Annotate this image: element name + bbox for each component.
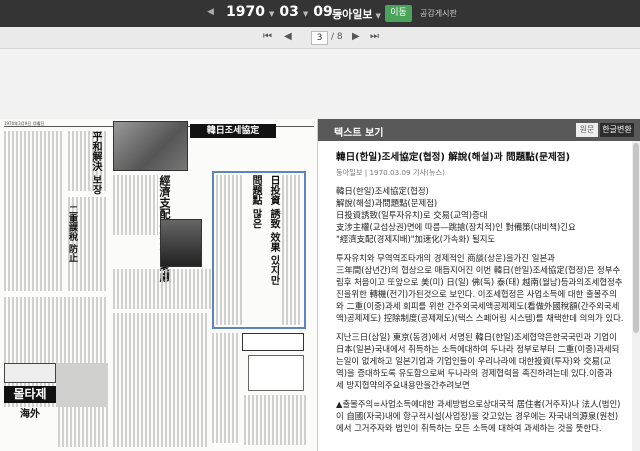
article-text-block	[212, 333, 240, 443]
day-select[interactable]: 09	[313, 4, 332, 20]
tab-korean[interactable]: 한글변환	[600, 123, 634, 137]
page-header-text: 1970年3月9日 月曜日	[4, 121, 45, 126]
headline-text: 二重課稅 防止	[67, 205, 77, 263]
paragraph: 투자유치와 무역역조타개의 경제적인 商談(상운)을가진 일본과 三年間(삼년간…	[336, 252, 628, 324]
headline-text: 日投資 誘致 效果 있지만	[268, 175, 279, 286]
text-line: 투자유치와 무역역조타개의 경제적인 商談(상운)을가진 일본과	[336, 253, 555, 263]
ad-brand: 몰타제	[4, 386, 56, 403]
paragraph: 韓日(한일)조세協定(협정) 解說(해설)과問題點(문제점) 日投資誘致(일투자…	[336, 185, 628, 245]
spacer	[0, 49, 640, 119]
article-text-block	[113, 313, 208, 447]
article-text-block	[113, 269, 213, 309]
panel-header: 텍스트 보기 원문 한글변환	[318, 119, 640, 141]
article-text-block	[282, 175, 302, 325]
article-text-block	[216, 175, 244, 325]
year-select[interactable]: 1970	[226, 4, 265, 20]
page-navigation: ⏮ ◀ 3 / 8 ▶ ⏭	[0, 27, 640, 49]
paragraph: ▲출몰주의=사업소득에대한 과세방법으로상대국적 居住者(거주자)나 法人(법인…	[336, 398, 628, 434]
text-line: 와 二重(이중)과세 회피를 위한 간주외국세액공제제도(看做外國稅額(간주외국…	[336, 301, 620, 311]
prev-date-icon[interactable]: ◀	[207, 7, 214, 17]
article-title: 韓日(한일)조세協定(협정) 解說(해설)과 問題點(문제점)	[336, 152, 571, 163]
text-line: 진을위한 轉機(전기)가된것으로 보인다. 이조세협정은 사업소득에 대한 출몰…	[336, 289, 617, 299]
text-line: 세 방지협약의주요내용만을간추려보면	[336, 380, 470, 390]
go-button[interactable]: 이동	[385, 5, 412, 22]
article-photo	[113, 121, 188, 171]
page-total: / 8	[331, 32, 343, 42]
month-select[interactable]: 03	[279, 4, 298, 20]
date-selector: 1970 ▼ 03 ▼ 09 ▼	[226, 4, 344, 20]
tab-original[interactable]: 원문	[576, 123, 598, 137]
scrollbar-thumb[interactable]	[633, 143, 639, 333]
last-page-icon[interactable]: ⏭	[370, 31, 379, 42]
panel-title: 텍스트 보기	[334, 128, 384, 139]
article-text-block	[113, 175, 158, 235]
text-line: 역)을 증대하도록 유도함으로써 두나라의 경제협력을 촉진하려는데 있다.이중…	[336, 368, 613, 378]
next-page-icon[interactable]: ▶	[352, 31, 360, 42]
text-line: 三年間(삼년간)의 협상으로 매듭지어진 이번 韓日(한일)조세協定(협정)은 …	[336, 265, 621, 275]
text-line: 解說(해설)과問題點(문제점)	[336, 198, 438, 208]
ad-photo	[4, 363, 56, 383]
text-line: 액)공제제도) 控除制度(공제제도)(택스 스페어링 시스템)를 채택한데 의의…	[336, 313, 624, 323]
text-line: 립후 처음이고 또앞으로 美(미) 日(일) 佛(독) 泰(태) 越南(월남)등…	[336, 277, 623, 287]
headline-text: 問題點 많은	[250, 175, 261, 229]
newspaper-page-image[interactable]: 1970年3月9日 月曜日 平和解決 보장 經濟支配 加速化 憂慮 韓日조세協定…	[0, 119, 318, 451]
text-line: 韓日(한일)조세協定(협정)	[336, 186, 429, 196]
section-box	[242, 333, 304, 351]
text-line: 이 自國(자국)내에 항구적시설(사업장)을 갖고있는 경우에는 자국내의源泉(…	[336, 411, 619, 421]
article-text-block	[244, 395, 306, 445]
top-toolbar: ◀ 1970 ▼ 03 ▼ 09 ▼ 동아일보 ▼ 이동 공감게시판	[0, 0, 640, 27]
board-link[interactable]: 공감게시판	[420, 8, 457, 19]
newspaper-name: 동아일보	[332, 8, 373, 21]
newspaper-select[interactable]: 동아일보 ▼	[332, 6, 381, 22]
text-line: 지난三日(삼일) 東京(동경)에서 서명된 韓日(한일)조세협약은한국국민과 기…	[336, 332, 617, 342]
text-line: 에서 그거주자와 법인이 취득하는 모든 소득에 대하여 과세하는 것을 뜻한다…	[336, 423, 602, 433]
page-number-input[interactable]: 3	[311, 31, 328, 45]
text-view-panel: 텍스트 보기 원문 한글변환 韓日(한일)조세協定(협정) 解說(해설)과 問題…	[318, 119, 640, 451]
article-text-block	[4, 131, 64, 291]
first-page-icon[interactable]: ⏮	[263, 31, 272, 42]
chevron-down-icon: ▼	[268, 10, 275, 18]
paragraph: 지난三日(삼일) 東京(동경)에서 서명된 韓日(한일)조세협약은한국국민과 기…	[336, 331, 628, 391]
article-text-block	[58, 363, 108, 447]
text-line: 支涉主權(교섭상권)면에 따름―跳搶(장치적)인 對備策(대비책)긴요	[336, 222, 576, 232]
chevron-down-icon: ▼	[302, 10, 309, 18]
chevron-down-icon: ▼	[375, 12, 381, 20]
headline-text: 平和解決 보장	[90, 131, 101, 195]
text-line: 日投資誘致(일투자유치)로 交易(교역)증대	[336, 210, 488, 220]
illustration	[248, 355, 304, 391]
article-banner: 韓日조세協定	[190, 124, 276, 138]
portrait-photo	[160, 219, 202, 267]
article-meta: 동아일보 | 1970.03.09 기사(뉴스)	[336, 168, 445, 177]
text-line: ▲출몰주의=사업소득에대한 과세방법으로상대국적 居住者(거주자)나 法人(법인…	[336, 399, 621, 409]
text-line: 日本(일본)국내에서 취득하는 소득에대하여 두나라 정부로부터 二重(이중)과…	[336, 344, 620, 354]
text-line: "經濟支配(경제지배)"加速化(가속화) 될지도	[336, 234, 496, 244]
text-line: 는일이 없게하고 일본기업과 기업인들이 우리나라에 대한投資(투자)와 交易(…	[336, 356, 612, 366]
ad-text: 海外	[20, 409, 40, 420]
article-body: 韓日(한일)조세協定(협정) 解說(해설)과 問題點(문제점) 동아일보 | 1…	[336, 151, 628, 441]
prev-page-icon[interactable]: ◀	[284, 31, 292, 42]
